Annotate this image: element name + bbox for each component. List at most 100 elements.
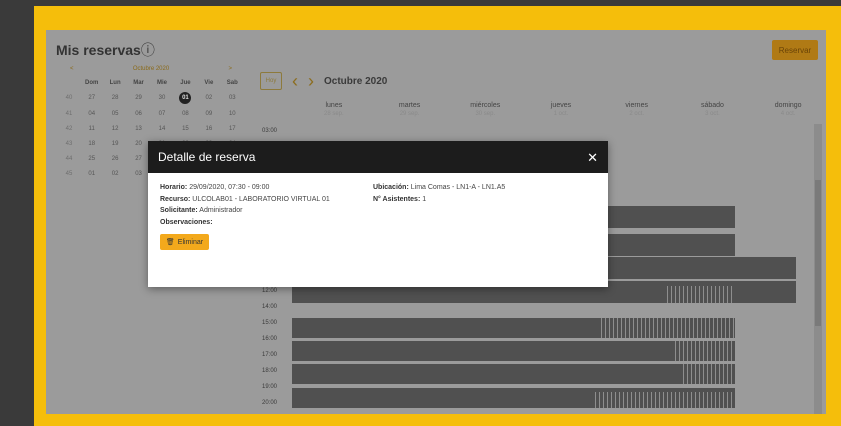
event-block[interactable] [292, 341, 735, 361]
recurso-label: Recurso: [160, 195, 191, 203]
mini-day[interactable]: 05 [103, 109, 126, 119]
day-name: martes [398, 102, 421, 109]
time-label: 17:00 [262, 352, 278, 358]
day-date: 1 oct. [553, 111, 569, 117]
ubicacion-value: Lima Comas - LN1-A - LN1.A5 [410, 184, 506, 191]
mini-day[interactable]: 25 [80, 154, 103, 164]
close-icon[interactable]: ✕ [587, 151, 598, 164]
event-block-striped[interactable] [672, 341, 735, 361]
modal-body: Horario: 29/09/2020, 07:30 - 09:00 Recur… [148, 173, 608, 261]
calendar-toolbar: Hoy ‹ › Octubre 2020 [260, 70, 387, 92]
recurso-value: ULCOLAB01 - LABORATORIO VIRTUAL 01 [192, 195, 330, 203]
mini-week-number: 44 [65, 156, 73, 162]
mini-day[interactable]: 11 [80, 124, 103, 134]
mini-day[interactable]: 03 [127, 169, 150, 179]
mini-day[interactable]: 04 [80, 109, 103, 119]
day-name: jueves [550, 102, 572, 109]
mini-day[interactable]: 08 [174, 109, 197, 119]
event-block-striped[interactable] [664, 286, 734, 303]
solicitante-row: Solicitante: Administrador [160, 207, 596, 219]
day-date: 29 sep. [399, 111, 420, 117]
time-label: 18:00 [262, 368, 278, 374]
observaciones-label: Observaciones: [160, 218, 213, 226]
chevron-right-icon[interactable]: › [308, 72, 314, 90]
reserve-button[interactable]: Reservar [772, 40, 818, 60]
mini-day[interactable]: 01 [80, 169, 103, 179]
day-name: sábado [700, 102, 724, 109]
mini-day[interactable]: 28 [103, 93, 126, 104]
mini-day[interactable]: 02 [103, 169, 126, 179]
mini-day-name: Jue [180, 80, 191, 86]
mini-day[interactable]: 27 [127, 154, 150, 164]
mini-day[interactable]: 18 [80, 139, 103, 149]
mini-day[interactable]: 27 [80, 93, 103, 104]
mini-next-month[interactable]: > [228, 66, 232, 75]
mini-day[interactable]: 10 [221, 109, 244, 119]
mini-day[interactable]: 13 [127, 124, 150, 134]
mini-day-name: Lun [109, 80, 121, 86]
mini-day[interactable]: 16 [197, 124, 220, 134]
mini-day[interactable]: 12 [103, 124, 126, 134]
mini-day[interactable]: 30 [150, 93, 173, 104]
ubicacion-row: Ubicación: Lima Comas - LN1-A - LN1.A5 [373, 184, 505, 196]
day-header-cell: viernes 2 oct. [599, 102, 675, 117]
mini-day[interactable]: 15 [174, 124, 197, 134]
week-number-header [58, 78, 80, 88]
mini-prev-month[interactable]: < [70, 66, 74, 75]
today-button[interactable]: Hoy [260, 72, 282, 90]
mini-day[interactable]: 03 [221, 93, 244, 104]
mini-day[interactable]: 29 [127, 93, 150, 104]
day-date: 30 sep. [475, 111, 496, 117]
mini-day[interactable]: 20 [127, 139, 150, 149]
day-name: domingo [774, 102, 802, 109]
event-block-striped[interactable] [680, 364, 735, 384]
time-label: 15:00 [262, 320, 278, 326]
page-title-text: Mis reservas [56, 42, 141, 58]
asistentes-row: N° Asistentes: 1 [373, 196, 505, 208]
mini-day[interactable]: 26 [103, 154, 126, 164]
mini-day[interactable]: 07 [150, 109, 173, 119]
day-header-cell: domingo 4 oct. [750, 102, 826, 117]
mini-day[interactable]: 09 [197, 109, 220, 119]
modal-right-column: Ubicación: Lima Comas - LN1-A - LN1.A5 N… [373, 184, 505, 207]
modal-header: Detalle de reserva ✕ [148, 141, 608, 173]
chevron-left-icon[interactable]: ‹ [292, 72, 298, 90]
mini-day-name: Dom [85, 80, 99, 86]
delete-button[interactable]: 🗑 Eliminar [160, 234, 209, 250]
mini-day[interactable]: 06 [127, 109, 150, 119]
mini-day-name: Sab [226, 80, 238, 86]
event-block-striped[interactable] [592, 392, 735, 408]
asistentes-label: N° Asistentes: [373, 195, 421, 203]
mini-month-label: Octubre 2020 [132, 66, 170, 72]
mini-week-number: 41 [65, 111, 73, 117]
horario-label: Horario: [160, 184, 188, 191]
day-header-cell: jueves 1 oct. [523, 102, 599, 117]
mini-day-selected[interactable]: 01 [179, 92, 192, 104]
trash-icon: 🗑 [165, 239, 175, 246]
event-block-striped[interactable] [598, 318, 735, 338]
day-header-cell: lunes 28 sep. [296, 102, 372, 117]
mini-day-name: Vie [204, 80, 214, 86]
asistentes-value: 1 [422, 195, 427, 203]
help-circle-icon[interactable]: ⓘ [141, 42, 155, 58]
delete-button-label: Eliminar [177, 238, 204, 246]
day-header-row: lunes 28 sep. martes 29 sep. miércoles 30 sep… [296, 102, 826, 117]
scrollbar-thumb[interactable] [815, 180, 821, 326]
mini-day[interactable]: 02 [197, 93, 220, 104]
mini-week-number: 40 [65, 95, 73, 101]
reservation-detail-modal: Detalle de reserva ✕ Horario: 29/09/2020… [148, 141, 608, 287]
day-header-cell: martes 29 sep. [372, 102, 448, 117]
mini-day[interactable]: 19 [103, 139, 126, 149]
mini-day[interactable]: 17 [221, 124, 244, 134]
calendar-scrollbar[interactable] [814, 124, 822, 414]
time-label: 20:00 [262, 400, 278, 406]
event-block[interactable] [292, 364, 735, 384]
mini-calendar-header: < Octubre 2020 > [58, 66, 244, 75]
time-label: 12:00 [262, 288, 278, 294]
mini-day[interactable]: 14 [150, 124, 173, 134]
modal-title: Detalle de reserva [158, 150, 256, 164]
calendar-month-title: Octubre 2020 [324, 75, 388, 87]
mini-week-number: 42 [65, 126, 73, 132]
day-header-cell: sábado 3 oct. [675, 102, 751, 117]
solicitante-value: Administrador [199, 207, 243, 214]
